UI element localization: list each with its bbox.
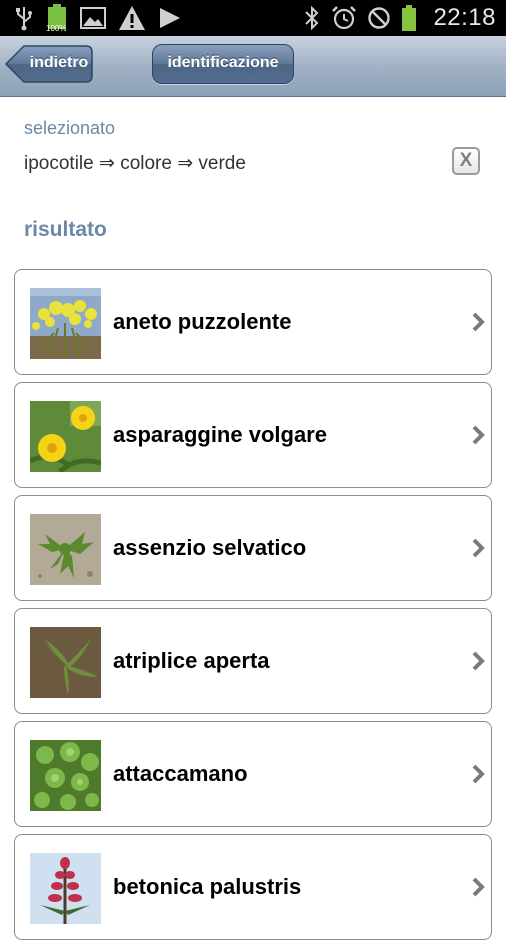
plant-thumbnail [30, 627, 101, 698]
list-item-label: atriplice aperta [113, 648, 270, 673]
warning-icon [118, 5, 146, 31]
back-button[interactable]: indietro [4, 44, 94, 84]
back-button-label: indietro [29, 54, 89, 71]
list-item[interactable]: assenzio selvatico [14, 495, 492, 601]
status-bar: 100% 22:18 [0, 0, 506, 36]
plant-thumbnail [30, 853, 101, 924]
plant-thumbnail [30, 288, 101, 359]
list-item-label: assenzio selvatico [113, 535, 307, 560]
chevron-right-icon [471, 538, 485, 563]
alarm-icon [331, 5, 357, 31]
results-heading: risultato [24, 218, 107, 241]
list-item[interactable]: betonica palustris [14, 834, 492, 940]
status-bar-system: 22:18 [303, 0, 496, 36]
status-bar-notifications: 100% [14, 0, 182, 36]
list-item[interactable]: attaccamano [14, 721, 492, 827]
list-item-label: aneto puzzolente [113, 309, 292, 334]
list-item[interactable]: asparaggine volgare [14, 382, 492, 488]
results-list: aneto puzzolente asparaggine volgare ass… [14, 269, 492, 947]
usb-icon [14, 5, 34, 31]
clear-selection-button[interactable]: X [452, 147, 480, 175]
chevron-right-icon [471, 877, 485, 902]
clock: 22:18 [433, 4, 496, 31]
list-item[interactable]: atriplice aperta [14, 608, 492, 714]
chevron-right-icon [471, 651, 485, 676]
chevron-right-icon [471, 764, 485, 789]
image-icon [80, 6, 106, 30]
selection-heading: selezionato [24, 118, 116, 138]
selection-path: ipocotile ⇒ colore ⇒ verde [24, 153, 246, 174]
play-icon [158, 6, 182, 30]
list-item-label: asparaggine volgare [113, 422, 327, 447]
plant-thumbnail [30, 514, 101, 585]
list-item-label: attaccamano [113, 761, 248, 786]
battery-full-icon: 100% [46, 3, 68, 33]
battery-percent-label: 100% [46, 24, 67, 33]
plant-thumbnail [30, 401, 101, 472]
no-signal-icon [367, 6, 391, 30]
bluetooth-icon [303, 5, 321, 31]
chevron-right-icon [471, 425, 485, 450]
chevron-right-icon [471, 312, 485, 337]
toolbar: indietro identificazione [0, 36, 506, 97]
identify-button[interactable]: identificazione [152, 44, 294, 84]
list-item[interactable]: aneto puzzolente [14, 269, 492, 375]
battery-icon [401, 4, 417, 32]
plant-thumbnail [30, 740, 101, 811]
list-item-label: betonica palustris [113, 874, 302, 899]
